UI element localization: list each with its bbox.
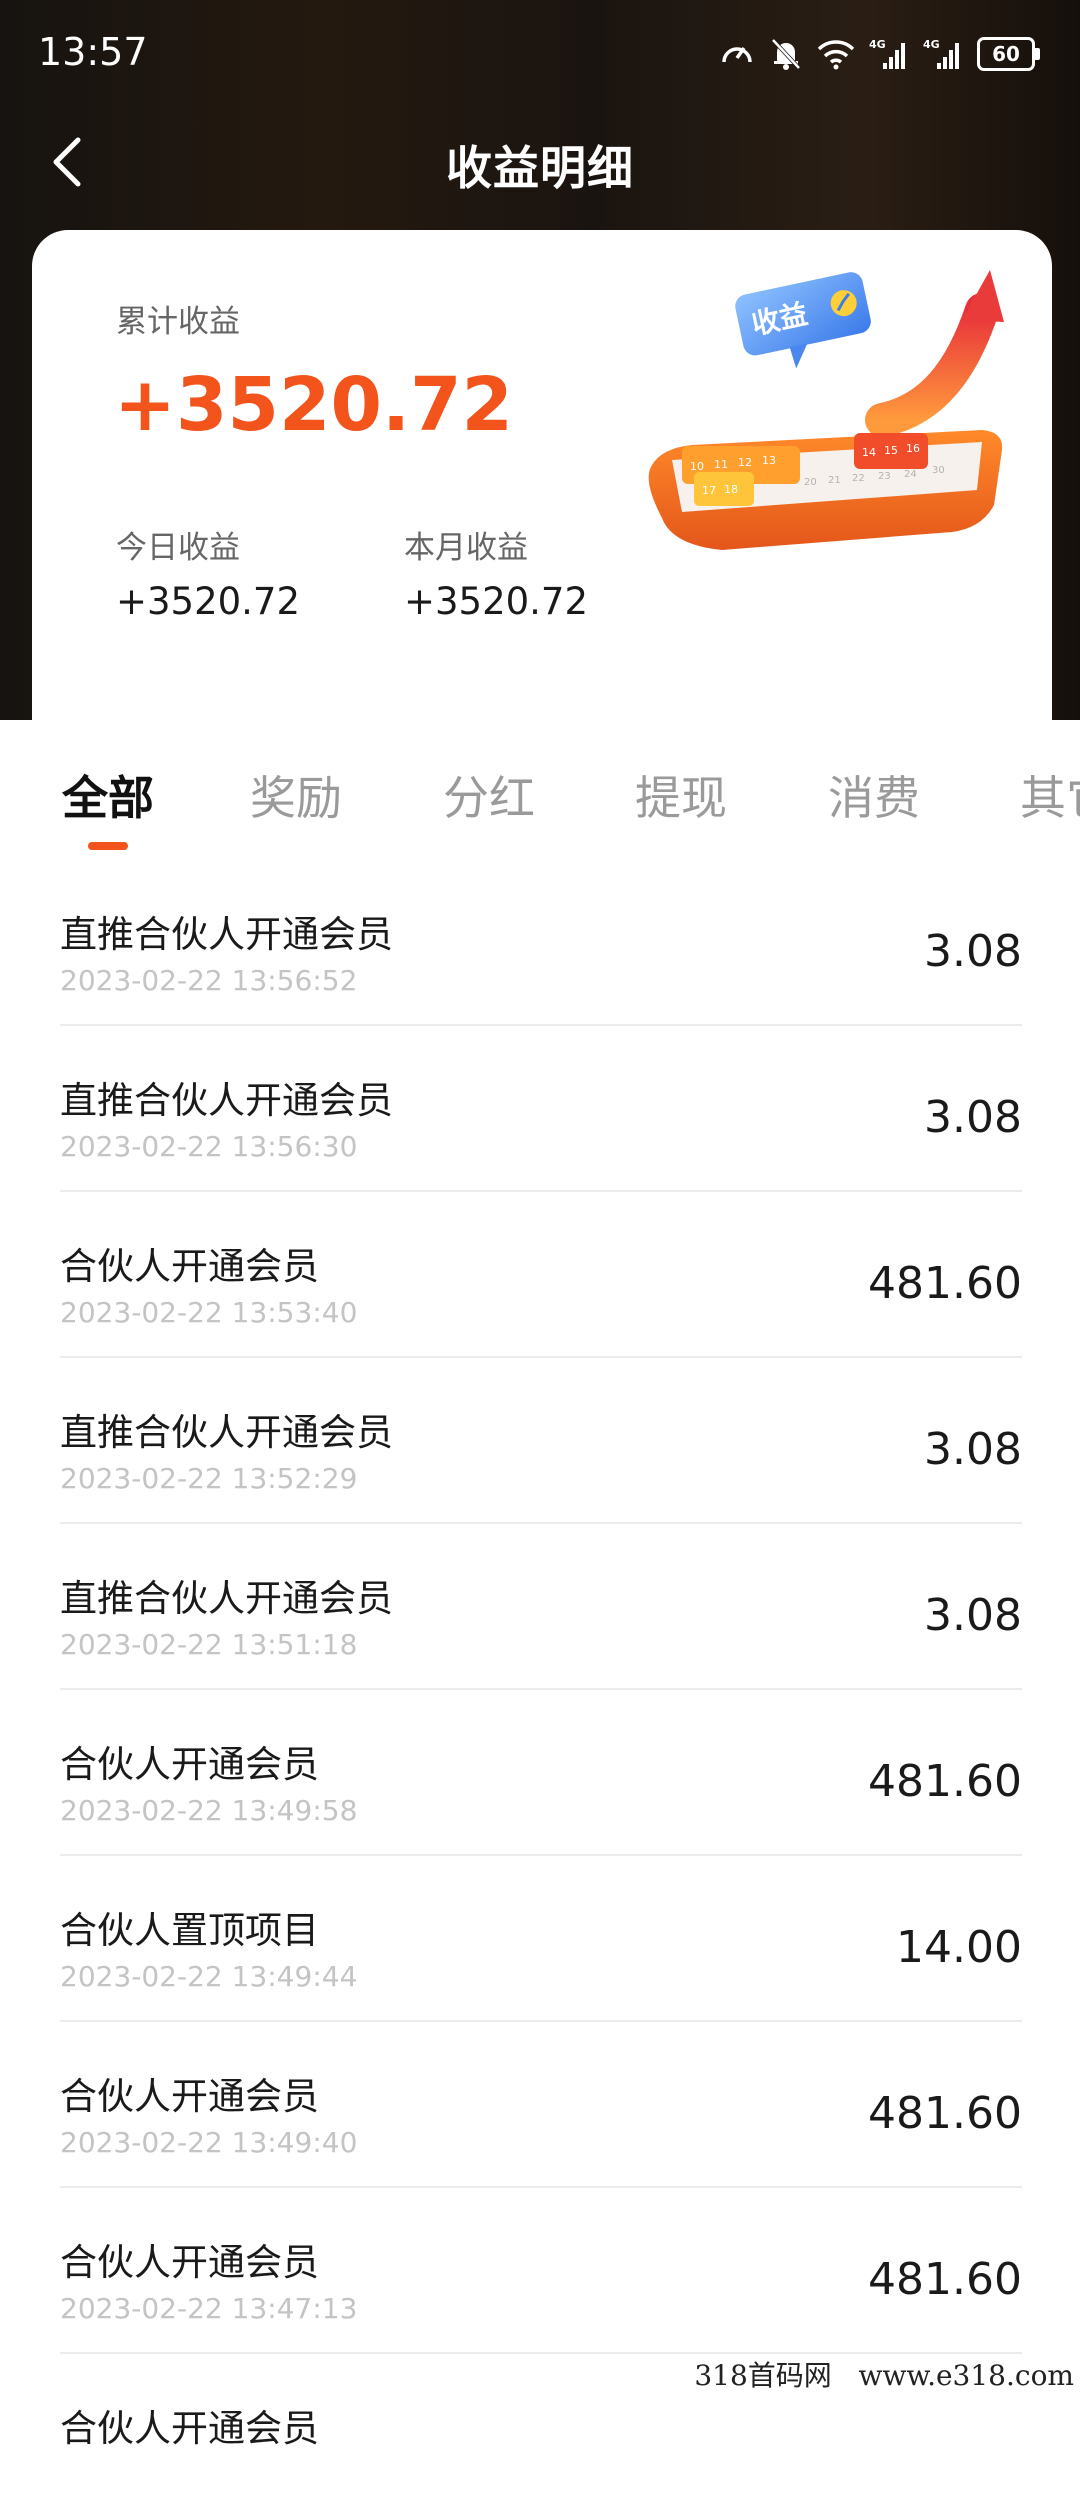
battery-indicator: 60 — [977, 37, 1040, 71]
record-amount: 14.00 — [896, 1922, 1022, 1973]
record-time: 2023-02-22 13:52:29 — [60, 1462, 358, 1495]
record-amount: 3.08 — [924, 1092, 1022, 1143]
record-time: 2023-02-22 13:49:44 — [60, 1960, 358, 1993]
svg-text:12: 12 — [738, 456, 752, 469]
svg-text:10: 10 — [690, 460, 704, 473]
svg-text:15: 15 — [884, 444, 898, 457]
list-item[interactable]: 直推合伙人开通会员 2023-02-22 13:52:29 3.08 — [60, 1358, 1022, 1524]
month-earnings-label: 本月收益 — [404, 530, 528, 566]
svg-text:4G: 4G — [923, 38, 940, 51]
record-title: 合伙人开通会员 — [60, 2407, 319, 2450]
record-time: 2023-02-22 13:56:30 — [60, 1130, 358, 1163]
battery-icon: 60 — [977, 37, 1035, 71]
record-title: 直推合伙人开通会员 — [60, 1411, 393, 1454]
tab-consumption[interactable]: 消费 — [828, 762, 920, 828]
record-title: 直推合伙人开通会员 — [60, 1079, 393, 1122]
svg-text:17: 17 — [702, 484, 716, 497]
status-time: 13:57 — [38, 30, 148, 74]
today-earnings-value: +3520.72 — [116, 580, 301, 623]
record-amount: 481.60 — [868, 1258, 1022, 1309]
tab-all[interactable]: 全部 — [62, 762, 154, 828]
record-title: 合伙人开通会员 — [60, 2241, 319, 2284]
record-time: 2023-02-22 13:51:18 — [60, 1628, 358, 1661]
watermark: 318首码网 www.e318.com — [694, 2359, 1074, 2392]
active-tab-indicator — [88, 842, 128, 850]
record-title: 合伙人开通会员 — [60, 2075, 319, 2118]
tab-rewards[interactable]: 奖励 — [250, 762, 342, 828]
svg-text:16: 16 — [906, 442, 920, 455]
list-item[interactable]: 直推合伙人开通会员 2023-02-22 13:56:52 3.08 — [60, 860, 1022, 1026]
svg-text:13: 13 — [762, 454, 776, 467]
tab-dividends[interactable]: 分红 — [443, 762, 535, 828]
mute-bell-icon — [771, 38, 801, 70]
tab-other[interactable]: 其它 — [1020, 762, 1080, 828]
svg-text:4G: 4G — [869, 38, 886, 51]
record-time: 2023-02-22 13:56:52 — [60, 964, 358, 997]
total-earnings-label: 累计收益 — [116, 304, 240, 340]
svg-text:30: 30 — [932, 465, 945, 476]
record-time: 2023-02-22 13:49:40 — [60, 2126, 358, 2159]
category-tabs: 全部 奖励 分红 提现 消费 其它 — [0, 720, 1080, 850]
earnings-summary-card: 累计收益 +3520.72 今日收益 +3520.72 本月收益 +3520.7… — [32, 230, 1052, 730]
earnings-calendar-illustration: 20 21 22 23 24 30 10 11 12 13 17 18 14 15 16 收益 — [648, 270, 1004, 550]
svg-text:22: 22 — [852, 473, 865, 484]
svg-text:21: 21 — [828, 475, 841, 486]
record-amount: 3.08 — [924, 926, 1022, 977]
record-title: 合伙人开通会员 — [60, 1245, 319, 1288]
record-time: 2023-02-22 13:49:58 — [60, 1794, 358, 1827]
list-item[interactable]: 合伙人置顶项目 2023-02-22 13:49:44 14.00 — [60, 1856, 1022, 2022]
month-earnings-value: +3520.72 — [404, 580, 589, 623]
record-amount: 3.08 — [924, 1590, 1022, 1641]
list-item[interactable]: 直推合伙人开通会员 2023-02-22 13:51:18 3.08 — [60, 1524, 1022, 1690]
list-item[interactable]: 合伙人开通会员 2023-02-22 13:53:40 481.60 — [60, 1192, 1022, 1358]
record-amount: 481.60 — [868, 2254, 1022, 2305]
record-title: 直推合伙人开通会员 — [60, 1577, 393, 1620]
signal-4g-icon: 4G — [869, 38, 905, 69]
nav-bar: 收益明细 — [0, 112, 1080, 212]
today-earnings-label: 今日收益 — [116, 530, 240, 566]
list-item[interactable]: 合伙人开通会员 2023-02-22 13:49:58 481.60 — [60, 1690, 1022, 1856]
record-time: 2023-02-22 13:47:13 — [60, 2292, 358, 2325]
record-time: 2023-02-22 13:53:40 — [60, 1296, 358, 1329]
svg-text:23: 23 — [878, 471, 891, 482]
svg-text:14: 14 — [862, 446, 876, 459]
list-item[interactable]: 直推合伙人开通会员 2023-02-22 13:56:30 3.08 — [60, 1026, 1022, 1192]
status-bar: 13:57 4G 4G 60 — [0, 0, 1080, 112]
record-title: 合伙人开通会员 — [60, 1743, 319, 1786]
record-title: 合伙人置顶项目 — [60, 1909, 319, 1952]
earnings-list: 直推合伙人开通会员 2023-02-22 13:56:52 3.08 直推合伙人… — [60, 860, 1022, 2518]
status-icons: 4G 4G 60 — [719, 36, 1040, 72]
list-item[interactable]: 合伙人开通会员 2023-02-22 13:47:13 481.60 — [60, 2188, 1022, 2354]
record-amount: 481.60 — [868, 2088, 1022, 2139]
total-earnings-value: +3520.72 — [114, 362, 514, 448]
svg-text:24: 24 — [904, 469, 917, 480]
record-amount: 3.08 — [924, 1424, 1022, 1475]
wifi-icon — [817, 40, 855, 70]
svg-text:18: 18 — [724, 483, 738, 496]
signal-4g-icon-2: 4G — [923, 38, 959, 69]
record-amount: 481.60 — [868, 1756, 1022, 1807]
page-title: 收益明细 — [446, 141, 634, 195]
list-item[interactable]: 合伙人开通会员 2023-02-22 13:49:40 481.60 — [60, 2022, 1022, 2188]
battery-tip — [1035, 48, 1040, 60]
record-title: 直推合伙人开通会员 — [60, 913, 393, 956]
speed-icon — [722, 46, 752, 63]
tab-withdrawal[interactable]: 提现 — [635, 762, 727, 828]
svg-text:11: 11 — [714, 458, 728, 471]
svg-text:20: 20 — [804, 477, 817, 488]
